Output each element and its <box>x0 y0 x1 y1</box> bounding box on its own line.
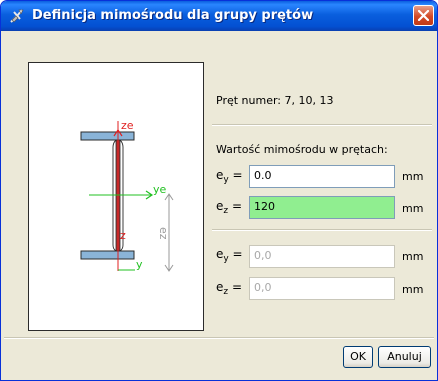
divider-bottom <box>4 337 434 339</box>
ez-unit: mm <box>402 202 424 215</box>
ez-symbol: ez = <box>216 199 243 216</box>
window-title: Definicja mimośrodu dla grupy prętów <box>32 8 314 23</box>
ok-button[interactable]: OK <box>343 346 373 368</box>
close-icon <box>418 10 429 21</box>
ey-symbol-secondary: ey = <box>216 247 243 264</box>
z-label: z <box>120 229 126 242</box>
section-preview: ze z ye y ez <box>28 62 204 331</box>
ez-input[interactable]: 120 <box>249 196 395 219</box>
eccentricity-heading: Wartość mimośrodu w prętach: <box>216 143 388 156</box>
divider-middle <box>212 229 432 231</box>
divider-top <box>212 124 432 126</box>
bottom-flange <box>80 250 135 260</box>
ey-unit-secondary: mm <box>402 250 424 263</box>
ey-unit: mm <box>402 170 424 183</box>
title-bar[interactable]: Definicja mimośrodu dla grupy prętów <box>1 1 437 31</box>
ez-label: ez <box>157 227 170 240</box>
top-flange <box>80 131 135 141</box>
dialog-window: Definicja mimośrodu dla grupy prętów ze … <box>0 0 438 381</box>
cancel-button[interactable]: Anuluj <box>378 346 431 368</box>
ez-unit-secondary: mm <box>402 283 424 296</box>
ez-symbol-secondary: ez = <box>216 280 243 297</box>
ez-input-secondary[interactable]: 0,0 <box>249 277 395 300</box>
close-button[interactable] <box>413 5 434 26</box>
ey-symbol: ey = <box>216 168 243 185</box>
app-icon <box>10 9 24 23</box>
member-numbers-label: Pręt numer: 7, 10, 13 <box>216 94 334 107</box>
ye-label: ye <box>153 183 167 196</box>
ze-label: ze <box>121 119 134 132</box>
y-label: y <box>136 258 143 271</box>
ey-input[interactable]: 0.0 <box>249 165 395 188</box>
i-beam-diagram: ze z ye y ez <box>80 119 174 272</box>
ey-input-secondary[interactable]: 0,0 <box>249 245 395 268</box>
